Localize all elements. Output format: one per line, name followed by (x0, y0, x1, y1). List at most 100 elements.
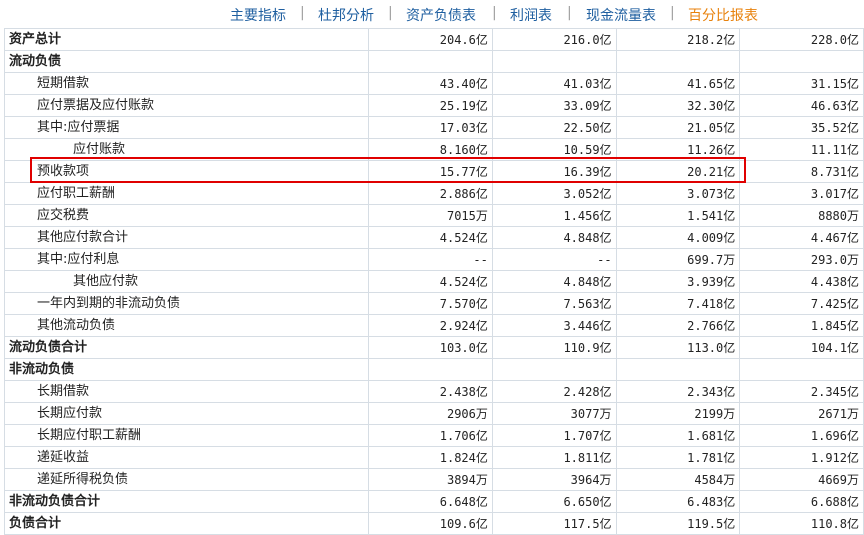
value-cell: 11.11亿 (739, 138, 864, 161)
value-cell (491, 358, 617, 381)
value-cell: 699.7万 (615, 248, 741, 271)
value-cell: 43.40亿 (368, 72, 493, 95)
value-cell (368, 50, 493, 73)
row-label: 短期借款 (3, 72, 370, 95)
value-cell: 15.77亿 (368, 160, 493, 183)
table-row: 流动负债 (3, 50, 864, 73)
value-cell: 2.343亿 (615, 380, 741, 403)
table-row: 递延收益 1.824亿 1.811亿 1.781亿 1.912亿 (3, 446, 864, 469)
value-cell: 1.541亿 (615, 204, 741, 227)
value-cell: 11.26亿 (615, 138, 741, 161)
row-label: 一年内到期的非流动负债 (3, 292, 370, 315)
value-cell: 1.456亿 (491, 204, 617, 227)
tab-main-indicators[interactable]: 主要指标 (230, 5, 286, 25)
top-navigation: 主要指标 | 杜邦分析 | 资产负债表 | 利润表 | 现金流量表 | 百分比报… (0, 0, 864, 28)
value-cell: 25.19亿 (368, 94, 493, 117)
value-cell (615, 50, 741, 73)
table-row: 一年内到期的非流动负债 7.570亿 7.563亿 7.418亿 7.425亿 (3, 292, 864, 315)
row-label: 应交税费 (3, 204, 370, 227)
value-cell: 4.524亿 (368, 226, 493, 249)
table-row: 非流动负债 (3, 358, 864, 381)
value-cell: 2.886亿 (368, 182, 493, 205)
row-label: 应付票据及应付账款 (3, 94, 370, 117)
nav-separator: | (670, 5, 675, 21)
value-cell: 17.03亿 (368, 116, 493, 139)
row-label: 负债合计 (3, 512, 370, 535)
value-cell: 3077万 (491, 402, 617, 425)
table-row: 长期应付款 2906万 3077万 2199万 2671万 (3, 402, 864, 425)
tab-balance-sheet[interactable]: 资产负债表 (406, 5, 476, 25)
tab-income-statement[interactable]: 利润表 (510, 5, 552, 25)
table-row: 短期借款 43.40亿 41.03亿 41.65亿 31.15亿 (3, 72, 864, 95)
value-cell: 3.939亿 (615, 270, 741, 293)
value-cell: 119.5亿 (615, 512, 741, 535)
value-cell: 218.2亿 (615, 28, 741, 51)
value-cell: -- (368, 248, 493, 271)
value-cell: 1.912亿 (739, 446, 864, 469)
value-cell: 33.09亿 (491, 94, 617, 117)
value-cell: 6.648亿 (368, 490, 493, 513)
row-label: 长期借款 (3, 380, 370, 403)
row-label: 其中:应付利息 (3, 248, 370, 271)
table-row: 应付账款 8.160亿 10.59亿 11.26亿 11.11亿 (3, 138, 864, 161)
row-label: 非流动负债 (3, 358, 370, 381)
value-cell: 16.39亿 (491, 160, 617, 183)
value-cell: 6.483亿 (615, 490, 741, 513)
row-label: 应付职工薪酬 (3, 182, 370, 205)
table-body: 资产总计 204.6亿 216.0亿 218.2亿 228.0亿 流动负债 短期借款 43.4… (3, 28, 864, 535)
value-cell: 2.924亿 (368, 314, 493, 337)
row-label: 应付账款 (3, 138, 370, 161)
row-label: 递延收益 (3, 446, 370, 469)
row-label: 预收款项 (3, 160, 370, 183)
value-cell: 110.8亿 (739, 512, 864, 535)
value-cell: 2.766亿 (615, 314, 741, 337)
row-label: 其他应付款 (3, 270, 370, 293)
value-cell: 2671万 (739, 402, 864, 425)
value-cell: 21.05亿 (615, 116, 741, 139)
table-row: 应交税费 7015万 1.456亿 1.541亿 8880万 (3, 204, 864, 227)
value-cell: 204.6亿 (368, 28, 493, 51)
table-row: 长期应付职工薪酬 1.706亿 1.707亿 1.681亿 1.696亿 (3, 424, 864, 447)
value-cell: 7.563亿 (491, 292, 617, 315)
tab-dupont-analysis[interactable]: 杜邦分析 (318, 5, 374, 25)
table-row: 其中:应付利息 -- -- 699.7万 293.0万 (3, 248, 864, 271)
row-label: 非流动负债合计 (3, 490, 370, 513)
value-cell (739, 50, 864, 73)
value-cell: 8880万 (739, 204, 864, 227)
table-row: 负债合计 109.6亿 117.5亿 119.5亿 110.8亿 (3, 512, 864, 535)
value-cell: 1.845亿 (739, 314, 864, 337)
table-row: 流动负债合计 103.0亿 110.9亿 113.0亿 104.1亿 (3, 336, 864, 359)
value-cell: 7.418亿 (615, 292, 741, 315)
value-cell: 103.0亿 (368, 336, 493, 359)
table-row: 其他应付款合计 4.524亿 4.848亿 4.009亿 4.467亿 (3, 226, 864, 249)
value-cell: 4584万 (615, 468, 741, 491)
value-cell: 6.650亿 (491, 490, 617, 513)
row-label: 其他应付款合计 (3, 226, 370, 249)
row-label: 递延所得税负债 (3, 468, 370, 491)
value-cell: 22.50亿 (491, 116, 617, 139)
value-cell: 3964万 (491, 468, 617, 491)
value-cell: 1.781亿 (615, 446, 741, 469)
value-cell: 20.21亿 (615, 160, 741, 183)
nav-separator: | (388, 5, 393, 21)
tab-percentage-report[interactable]: 百分比报表 (688, 5, 758, 25)
value-cell: 8.731亿 (739, 160, 864, 183)
value-cell: 2.345亿 (739, 380, 864, 403)
value-cell: 46.63亿 (739, 94, 864, 117)
value-cell: 104.1亿 (739, 336, 864, 359)
value-cell (368, 358, 493, 381)
nav-separator: | (300, 5, 305, 21)
tab-cash-flow[interactable]: 现金流量表 (586, 5, 656, 25)
row-label: 资产总计 (3, 28, 370, 51)
value-cell: 35.52亿 (739, 116, 864, 139)
value-cell: 7.570亿 (368, 292, 493, 315)
row-label: 长期应付职工薪酬 (3, 424, 370, 447)
value-cell: 7015万 (368, 204, 493, 227)
value-cell: 117.5亿 (491, 512, 617, 535)
nav-separator: | (567, 5, 572, 21)
value-cell: 1.696亿 (739, 424, 864, 447)
value-cell: 109.6亿 (368, 512, 493, 535)
value-cell: 1.811亿 (491, 446, 617, 469)
value-cell: 4.009亿 (615, 226, 741, 249)
value-cell: 3894万 (368, 468, 493, 491)
